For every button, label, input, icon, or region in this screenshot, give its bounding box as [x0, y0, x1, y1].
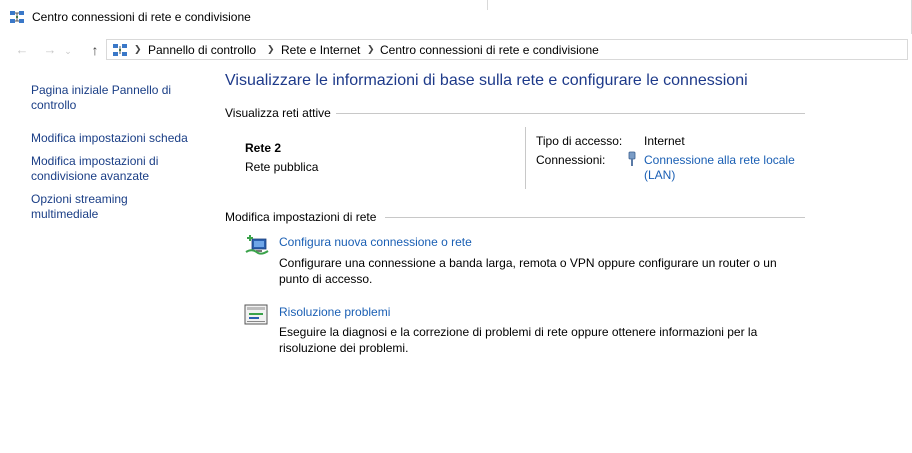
troubleshoot-icon [244, 304, 268, 325]
title-bar: Centro connessioni di rete e condivision… [0, 0, 912, 34]
access-type-label: Tipo di accesso: [536, 134, 623, 148]
sidebar-item-control-panel-home[interactable]: Pagina iniziale Pannello di controllo [31, 83, 191, 113]
network-name: Rete 2 [245, 141, 282, 155]
setup-new-connection-description: Configurare una connessione a banda larg… [279, 256, 777, 286]
sidebar-item-advanced-sharing[interactable]: Modifica impostazioni di condivisione av… [31, 154, 191, 184]
navigation-bar: ← → ⌄ ↑ ❯ Pannello di controllo ❯ Rete e… [0, 34, 912, 66]
new-connection-icon [245, 235, 269, 255]
breadcrumb-separator-icon[interactable]: ❯ [134, 43, 142, 56]
network-center-icon [113, 44, 127, 56]
lan-connection-link[interactable]: Connessione alla rete locale (LAN) [644, 153, 814, 183]
network-type: Rete pubblica [245, 160, 319, 174]
address-bar[interactable]: ❯ Pannello di controllo ❯ Rete e Interne… [106, 39, 908, 60]
recent-locations-button[interactable]: ⌄ [62, 43, 74, 59]
network-center-icon [10, 11, 24, 23]
section-divider [385, 217, 805, 218]
breadcrumb-network-internet[interactable]: Rete e Internet [281, 43, 360, 57]
forward-button[interactable]: → [41, 42, 59, 58]
page-title: Visualizzare le informazioni di base sul… [225, 72, 748, 89]
sidebar-item-media-streaming[interactable]: Opzioni streaming multimediale [31, 192, 191, 222]
connections-label: Connessioni: [536, 153, 606, 167]
arrow-up-icon: ↑ [91, 42, 99, 58]
back-button[interactable]: ← [13, 42, 31, 58]
breadcrumb-control-panel[interactable]: Pannello di controllo [148, 43, 256, 57]
setup-new-connection-link[interactable]: Configura nuova connessione o rete [279, 235, 472, 249]
breadcrumb-separator-icon[interactable]: ❯ [367, 43, 375, 56]
window-title: Centro connessioni di rete e condivision… [32, 10, 251, 24]
vertical-divider [525, 127, 526, 189]
change-settings-heading: Modifica impostazioni di rete [225, 210, 377, 224]
active-networks-heading: Visualizza reti attive [225, 106, 331, 120]
section-divider [336, 113, 805, 114]
chevron-down-icon: ⌄ [64, 46, 72, 56]
arrow-left-icon: ← [15, 42, 29, 57]
sidebar-item-adapter-settings[interactable]: Modifica impostazioni scheda [31, 131, 191, 146]
ethernet-icon [628, 151, 636, 166]
arrow-right-icon: → [43, 42, 57, 57]
up-button[interactable]: ↑ [86, 42, 104, 58]
troubleshoot-link[interactable]: Risoluzione problemi [279, 305, 390, 319]
troubleshoot-description: Eseguire la diagnosi e la correzione di … [279, 325, 758, 355]
access-type-value: Internet [644, 134, 685, 148]
breadcrumb-separator-icon[interactable]: ❯ [267, 43, 275, 56]
breadcrumb-network-center[interactable]: Centro connessioni di rete e condivision… [380, 43, 599, 57]
title-separator [487, 0, 488, 10]
